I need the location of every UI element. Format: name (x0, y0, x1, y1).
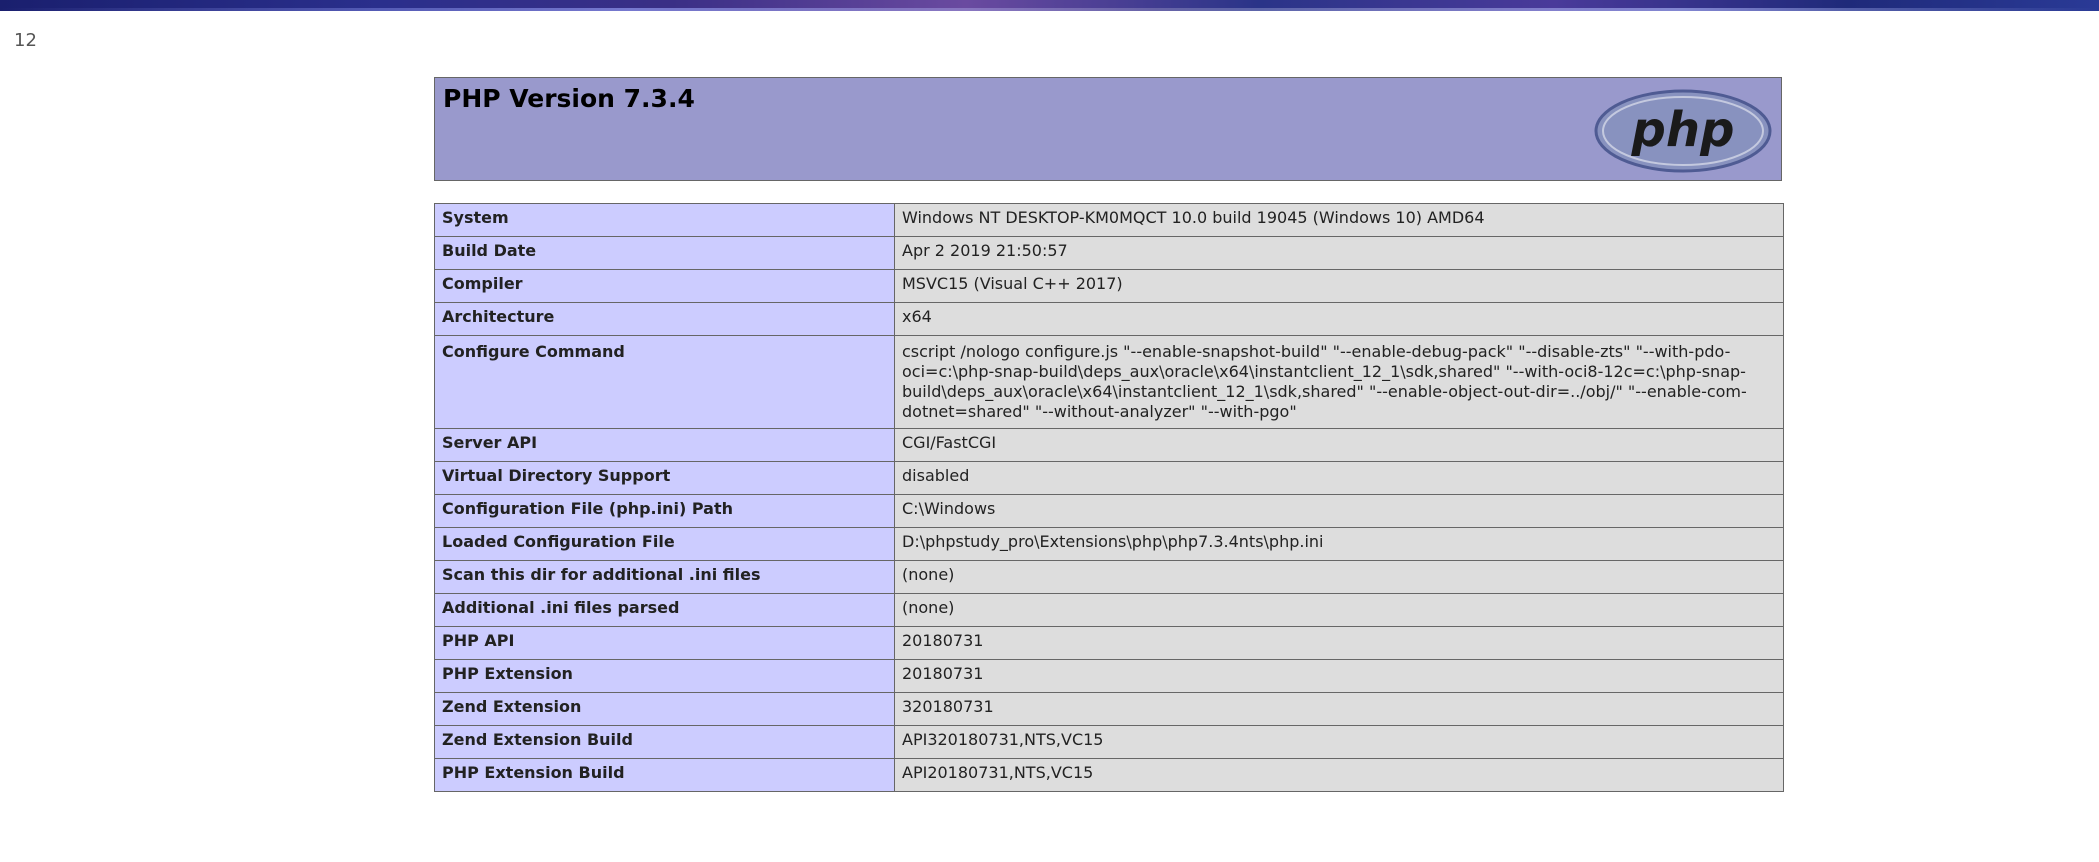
row-value: 320180731 (894, 692, 1784, 726)
row-key: Virtual Directory Support (434, 461, 895, 495)
row-value: Apr 2 2019 21:50:57 (894, 236, 1784, 270)
table-row: Zend Extension Build API320180731,NTS,VC1… (434, 725, 1784, 759)
row-value: D:\phpstudy_pro\Extensions\php\php7.3.4n… (894, 527, 1784, 561)
row-key: PHP Extension Build (434, 758, 895, 792)
info-table: System Windows NT DESKTOP-KM0MQCT 10.0 bu… (434, 203, 1784, 792)
table-row: Scan this dir for additional .ini files(… (434, 560, 1784, 594)
row-key: System (434, 203, 895, 237)
row-value: 20180731 (894, 626, 1784, 660)
phpinfo-header: PHP Version 7.3.4 php (434, 77, 1782, 181)
row-value: (none) (894, 593, 1784, 627)
row-value: cscript /nologo configure.js "--enable-s… (894, 335, 1784, 429)
table-row: Build Date Apr 2 2019 21:50:57 (434, 236, 1784, 270)
table-row: PHP API 20180731 (434, 626, 1784, 660)
php-logo-text: php (1631, 102, 1735, 158)
table-row: Configuration File (php.ini) Path C:\Wind… (434, 494, 1784, 528)
table-row: Virtual Directory Support disabled (434, 461, 1784, 495)
table-row: Additional .ini files parsed (none) (434, 593, 1784, 627)
row-value: x64 (894, 302, 1784, 336)
table-row: System Windows NT DESKTOP-KM0MQCT 10.0 bu… (434, 203, 1784, 237)
row-key: Compiler (434, 269, 895, 303)
table-row: Configure Command cscript /nologo configu… (434, 335, 1784, 429)
page-title: PHP Version 7.3.4 (443, 84, 695, 113)
row-key: Scan this dir for additional .ini files (434, 560, 895, 594)
row-key: Configuration File (php.ini) Path (434, 494, 895, 528)
table-row: PHP Extension 20180731 (434, 659, 1784, 693)
table-row: Loaded Configuration File D:\phpstudy_pro… (434, 527, 1784, 561)
row-key: PHP Extension (434, 659, 895, 693)
page-number: 12 (14, 30, 37, 51)
phpinfo-container: PHP Version 7.3.4 php System Windows NT D… (434, 77, 1784, 792)
row-value: API320180731,NTS,VC15 (894, 725, 1784, 759)
top-banner (0, 0, 2099, 11)
row-value: API20180731,NTS,VC15 (894, 758, 1784, 792)
row-key: Configure Command (434, 335, 895, 429)
row-key: Loaded Configuration File (434, 527, 895, 561)
row-value: Windows NT DESKTOP-KM0MQCT 10.0 build 19… (894, 203, 1784, 237)
row-key: Build Date (434, 236, 895, 270)
row-value: 20180731 (894, 659, 1784, 693)
row-key: PHP API (434, 626, 895, 660)
table-row: Server API CGI/FastCGI (434, 428, 1784, 462)
table-row: Compiler MSVC15 (Visual C++ 2017) (434, 269, 1784, 303)
row-key: Zend Extension Build (434, 725, 895, 759)
row-value: (none) (894, 560, 1784, 594)
row-value: C:\Windows (894, 494, 1784, 528)
row-key: Architecture (434, 302, 895, 336)
table-row: PHP Extension Build API20180731,NTS,VC15 (434, 758, 1784, 792)
row-key: Zend Extension (434, 692, 895, 726)
row-key: Additional .ini files parsed (434, 593, 895, 627)
row-value: disabled (894, 461, 1784, 495)
row-value: CGI/FastCGI (894, 428, 1784, 462)
php-logo-icon: php (1594, 89, 1772, 173)
table-row: Architecture x64 (434, 302, 1784, 336)
row-key: Server API (434, 428, 895, 462)
table-row: Zend Extension 320180731 (434, 692, 1784, 726)
row-value: MSVC15 (Visual C++ 2017) (894, 269, 1784, 303)
